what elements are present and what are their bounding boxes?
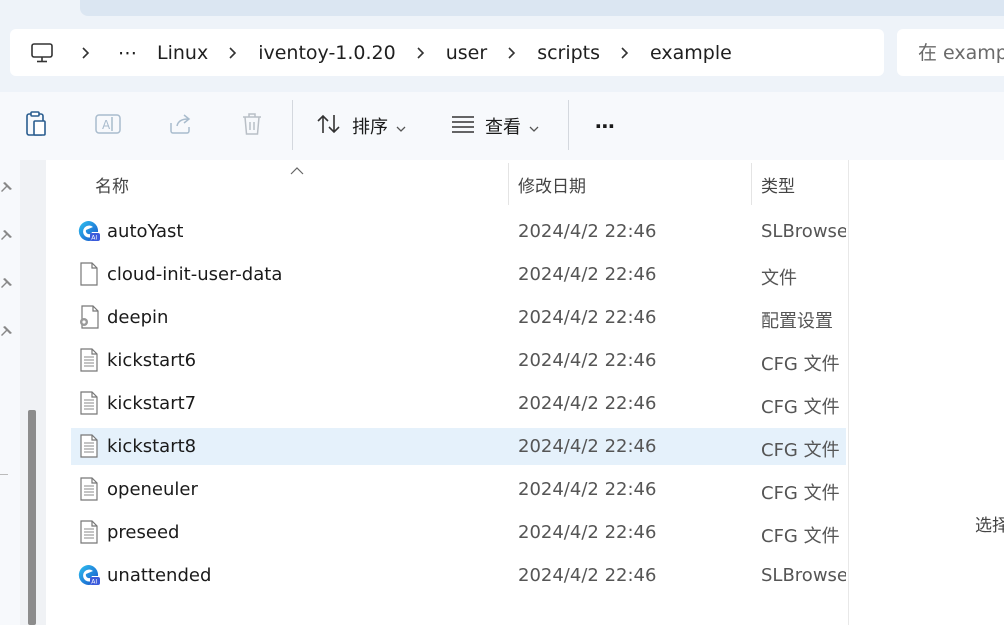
search-input[interactable] bbox=[897, 40, 1004, 65]
chevron-down-icon bbox=[529, 117, 539, 136]
file-type: CFG 文件 bbox=[761, 440, 840, 461]
file-row[interactable]: AI autoYast 2024/4/2 22:46 SLBrowser bbox=[71, 213, 846, 250]
file-type: SLBrowser bbox=[761, 221, 846, 242]
text-file-icon bbox=[77, 391, 101, 415]
toolbar-divider bbox=[292, 100, 293, 150]
file-name: kickstart6 bbox=[107, 350, 197, 371]
details-pane-hint: 选择 bbox=[975, 516, 1004, 536]
file-date: 2024/4/2 22:46 bbox=[518, 565, 657, 586]
sort-label: 排序 bbox=[352, 117, 388, 138]
file-row[interactable]: AI unattended 2024/4/2 22:46 SLBrowser bbox=[71, 557, 846, 594]
file-date: 2024/4/2 22:46 bbox=[518, 264, 657, 285]
nav-divider bbox=[0, 474, 8, 475]
file-date: 2024/4/2 22:46 bbox=[518, 350, 657, 371]
chevron-right-icon[interactable] bbox=[606, 46, 644, 59]
pin-icon[interactable] bbox=[0, 276, 14, 295]
file-row[interactable]: kickstart6 2024/4/2 22:46 CFG 文件 bbox=[71, 342, 846, 379]
delete-button[interactable] bbox=[239, 106, 265, 146]
file-name: autoYast bbox=[107, 221, 184, 242]
file-row[interactable]: cloud-init-user-data 2024/4/2 22:46 文件 bbox=[71, 256, 846, 293]
trash-icon bbox=[241, 112, 263, 140]
file-name: deepin bbox=[107, 307, 169, 328]
view-label: 查看 bbox=[485, 117, 521, 138]
details-pane bbox=[848, 160, 1004, 625]
sort-button[interactable]: 排序 bbox=[316, 106, 406, 146]
address-bar[interactable]: ⋯ Linux iventoy-1.0.20 user scripts exam… bbox=[10, 29, 884, 76]
clipboard-icon bbox=[24, 110, 48, 142]
breadcrumb-overflow[interactable]: ⋯ bbox=[98, 42, 151, 64]
paste-button[interactable] bbox=[22, 106, 50, 146]
svg-text:A: A bbox=[102, 118, 111, 132]
svg-text:AI: AI bbox=[91, 579, 97, 586]
chevron-right-icon[interactable] bbox=[493, 46, 531, 59]
more-options-button[interactable]: ⋯ bbox=[590, 106, 620, 146]
chevron-right-icon[interactable] bbox=[402, 46, 440, 59]
file-name: cloud-init-user-data bbox=[107, 264, 283, 285]
file-row[interactable]: deepin 2024/4/2 22:46 配置设置 bbox=[71, 299, 846, 336]
file-name: openeuler bbox=[107, 479, 198, 500]
file-name: unattended bbox=[107, 565, 212, 586]
command-bar: A 排序 查看 ⋯ bbox=[0, 92, 1004, 160]
file-type: CFG 文件 bbox=[761, 526, 840, 547]
column-divider[interactable] bbox=[751, 163, 752, 205]
share-icon bbox=[168, 113, 194, 139]
column-divider[interactable] bbox=[508, 163, 509, 205]
column-header-name[interactable]: 名称 bbox=[95, 172, 129, 197]
computer-icon[interactable] bbox=[10, 42, 74, 63]
breadcrumb-user[interactable]: user bbox=[440, 42, 493, 64]
file-row[interactable]: preseed 2024/4/2 22:46 CFG 文件 bbox=[71, 514, 846, 551]
search-box[interactable] bbox=[897, 29, 1004, 76]
file-type: SLBrowser bbox=[761, 565, 846, 586]
column-header-type[interactable]: 类型 bbox=[761, 172, 795, 197]
text-file-icon bbox=[77, 434, 101, 458]
chevron-down-icon bbox=[396, 117, 406, 136]
settings-file-icon bbox=[77, 305, 101, 329]
toolbar-divider bbox=[568, 100, 569, 150]
file-row[interactable]: kickstart7 2024/4/2 22:46 CFG 文件 bbox=[71, 385, 846, 422]
share-button[interactable] bbox=[167, 106, 195, 146]
file-name: kickstart7 bbox=[107, 393, 197, 414]
breadcrumb-linux[interactable]: Linux bbox=[151, 42, 214, 64]
file-name: preseed bbox=[107, 522, 180, 543]
sort-ascending-icon bbox=[290, 160, 304, 179]
file-name: kickstart8 bbox=[107, 436, 197, 457]
chevron-right-icon[interactable] bbox=[74, 46, 98, 59]
browser-file-icon: AI bbox=[77, 563, 101, 587]
tab-strip bbox=[80, 0, 1004, 16]
column-header-date[interactable]: 修改日期 bbox=[518, 172, 586, 197]
svg-text:AI: AI bbox=[91, 235, 97, 242]
breadcrumb-iventoy[interactable]: iventoy-1.0.20 bbox=[252, 42, 402, 64]
file-date: 2024/4/2 22:46 bbox=[518, 307, 657, 328]
file-date: 2024/4/2 22:46 bbox=[518, 393, 657, 414]
file-date: 2024/4/2 22:46 bbox=[518, 522, 657, 543]
pin-icon[interactable] bbox=[0, 228, 14, 247]
file-type: CFG 文件 bbox=[761, 397, 840, 418]
file-type: CFG 文件 bbox=[761, 483, 840, 504]
file-type: CFG 文件 bbox=[761, 354, 840, 375]
file-date: 2024/4/2 22:46 bbox=[518, 221, 657, 242]
pin-icon[interactable] bbox=[0, 180, 14, 199]
text-file-icon bbox=[77, 520, 101, 544]
file-date: 2024/4/2 22:46 bbox=[518, 436, 657, 457]
chevron-right-icon[interactable] bbox=[214, 46, 252, 59]
browser-file-icon: AI bbox=[77, 219, 101, 243]
list-view-icon bbox=[451, 115, 475, 137]
text-file-icon bbox=[77, 477, 101, 501]
rename-button[interactable]: A bbox=[94, 106, 122, 146]
blank-file-icon bbox=[77, 262, 101, 286]
file-type: 文件 bbox=[761, 268, 797, 289]
breadcrumb-scripts[interactable]: scripts bbox=[531, 42, 606, 64]
file-type: 配置设置 bbox=[761, 311, 833, 332]
text-file-icon bbox=[77, 348, 101, 372]
view-button[interactable]: 查看 bbox=[451, 106, 539, 146]
breadcrumb-example[interactable]: example bbox=[644, 42, 738, 64]
file-row[interactable]: kickstart8 2024/4/2 22:46 CFG 文件 bbox=[71, 428, 846, 465]
sort-arrows-icon bbox=[316, 113, 342, 139]
nav-scrollbar-thumb[interactable] bbox=[28, 410, 36, 625]
file-date: 2024/4/2 22:46 bbox=[518, 479, 657, 500]
rename-icon: A bbox=[95, 112, 121, 140]
file-row[interactable]: openeuler 2024/4/2 22:46 CFG 文件 bbox=[71, 471, 846, 508]
pin-icon[interactable] bbox=[0, 324, 14, 343]
